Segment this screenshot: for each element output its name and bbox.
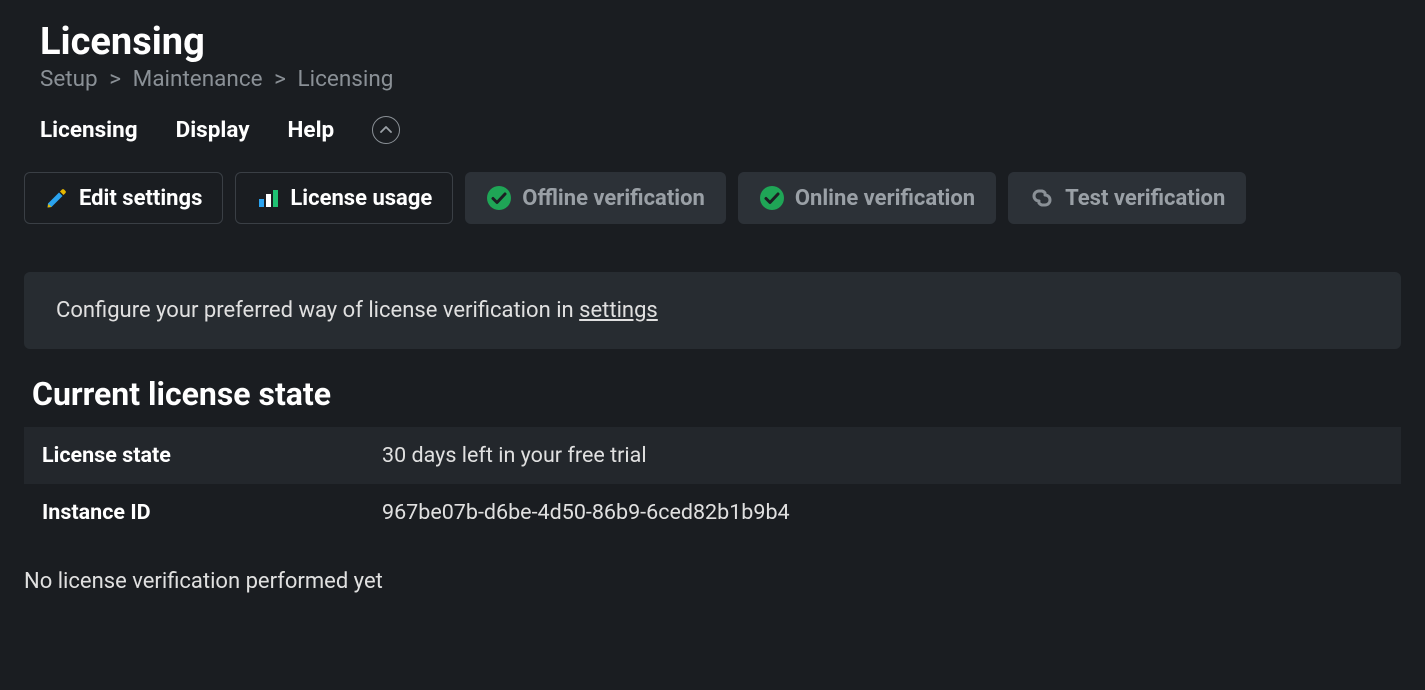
row-value: 30 days left in your free trial — [382, 443, 647, 468]
page-title: Licensing — [40, 20, 1401, 64]
pencil-icon — [45, 186, 69, 210]
button-label: License usage — [290, 186, 432, 211]
breadcrumb-sep: > — [109, 66, 121, 92]
section-title: Current license state — [32, 375, 1401, 413]
license-usage-button[interactable]: License usage — [235, 172, 453, 224]
info-notice: Configure your preferred way of license … — [24, 272, 1401, 349]
check-circle-icon — [759, 185, 785, 211]
check-circle-icon — [486, 185, 512, 211]
menubar: Licensing Display Help — [40, 116, 1401, 144]
row-label: License state — [42, 443, 382, 468]
breadcrumb: Setup > Maintenance > Licensing — [40, 66, 1401, 92]
breadcrumb-item[interactable]: Maintenance — [133, 66, 263, 92]
table-row: License state 30 days left in your free … — [24, 427, 1401, 484]
toolbar: Edit settings License usage Offline veri… — [24, 172, 1401, 224]
collapse-toggle[interactable] — [372, 116, 400, 144]
menu-help[interactable]: Help — [288, 117, 335, 143]
row-value: 967be07b-d6be-4d50-86b9-6ced82b1b9b4 — [382, 500, 790, 525]
bar-chart-icon — [256, 186, 280, 210]
edit-settings-button[interactable]: Edit settings — [24, 172, 223, 224]
button-label: Edit settings — [79, 186, 202, 211]
table-row: Instance ID 967be07b-d6be-4d50-86b9-6ced… — [24, 484, 1401, 541]
menu-display[interactable]: Display — [176, 117, 250, 143]
row-label: Instance ID — [42, 500, 382, 525]
button-label: Test verification — [1065, 186, 1225, 211]
online-verification-button[interactable]: Online verification — [738, 172, 996, 224]
verification-status: No license verification performed yet — [24, 569, 1401, 594]
button-label: Online verification — [795, 186, 975, 211]
license-state-table: License state 30 days left in your free … — [24, 427, 1401, 541]
breadcrumb-item[interactable]: Licensing — [298, 66, 394, 92]
button-label: Offline verification — [522, 186, 705, 211]
breadcrumb-sep: > — [274, 66, 286, 92]
menu-licensing[interactable]: Licensing — [40, 117, 138, 143]
test-verification-button[interactable]: Test verification — [1008, 172, 1246, 224]
offline-verification-button[interactable]: Offline verification — [465, 172, 726, 224]
notice-text: Configure your preferred way of license … — [56, 298, 579, 323]
chevron-up-icon — [380, 126, 392, 134]
link-icon — [1029, 185, 1055, 211]
settings-link[interactable]: settings — [579, 298, 658, 323]
breadcrumb-item[interactable]: Setup — [40, 66, 98, 92]
